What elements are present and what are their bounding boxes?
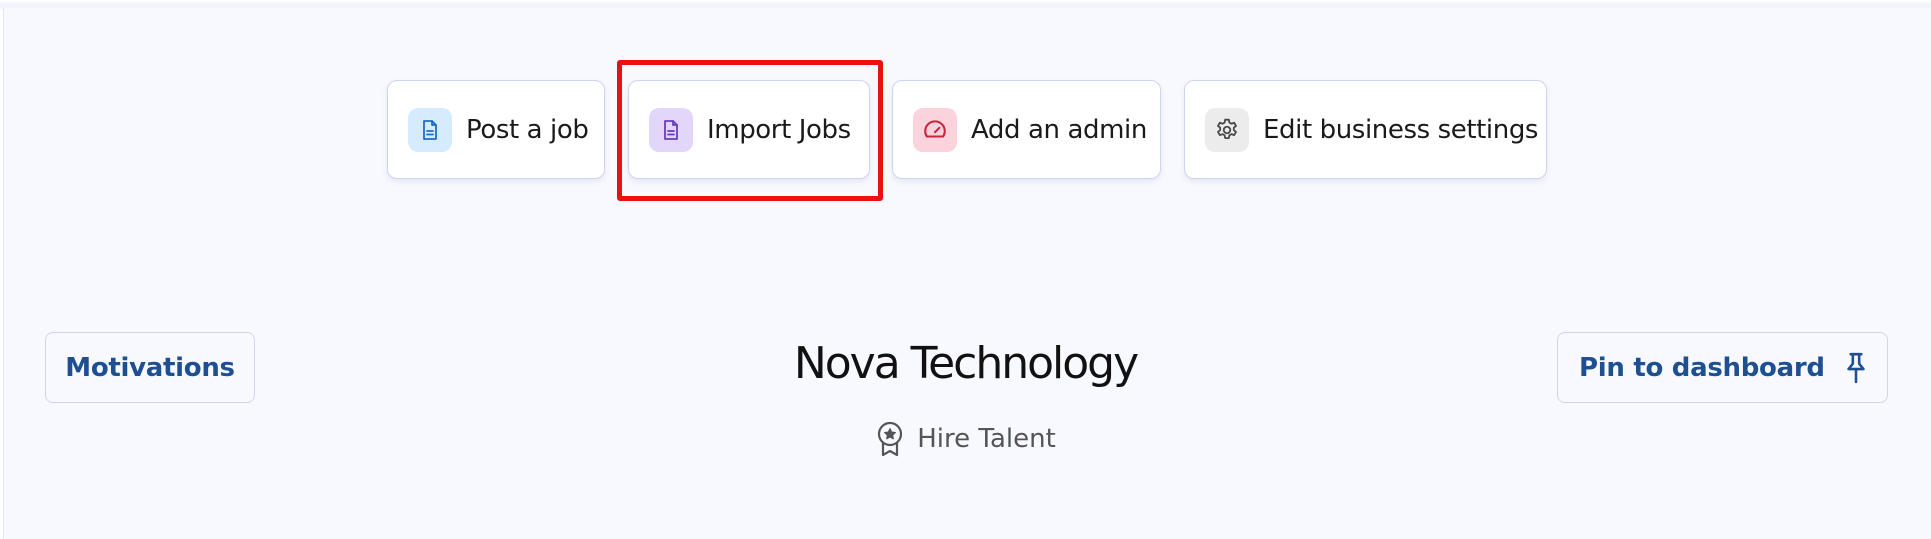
document-icon: [649, 107, 693, 152]
add-an-admin-card[interactable]: Add an admin: [892, 80, 1161, 179]
edit-business-settings-card[interactable]: Edit business settings: [1184, 80, 1547, 179]
add-an-admin-label: Add an admin: [971, 114, 1147, 145]
import-jobs-label: Import Jobs: [707, 114, 851, 145]
company-tagline: Hire Talent: [0, 420, 1931, 458]
edit-business-settings-label: Edit business settings: [1263, 114, 1539, 145]
gear-icon: [1205, 107, 1249, 152]
post-a-job-label: Post a job: [466, 114, 589, 145]
speedometer-icon: [913, 107, 957, 152]
document-icon: [408, 107, 452, 152]
company-name: Nova Technology: [793, 338, 1139, 389]
tagline-text: Hire Talent: [917, 424, 1056, 454]
post-a-job-card[interactable]: Post a job: [387, 80, 605, 179]
import-jobs-card[interactable]: Import Jobs: [628, 80, 870, 179]
award-badge-icon: [875, 420, 905, 458]
